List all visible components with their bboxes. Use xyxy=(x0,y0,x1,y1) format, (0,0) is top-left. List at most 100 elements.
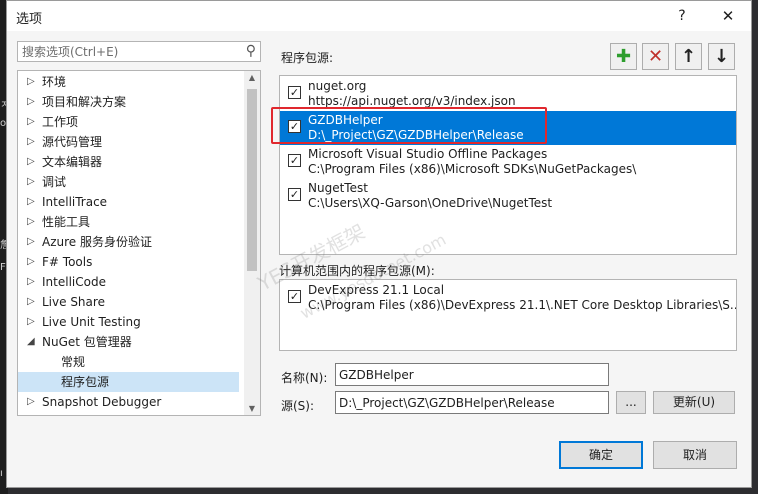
tree-item[interactable]: ◢ NuGet 包管理器 xyxy=(18,332,239,352)
tree-item-label: 项目和解决方案 xyxy=(42,95,127,109)
expand-arrow-icon[interactable]: ▷ xyxy=(27,192,35,212)
expand-arrow-icon[interactable]: ▷ xyxy=(27,212,35,232)
scrollbar-thumb[interactable] xyxy=(247,89,257,271)
help-button[interactable]: ? xyxy=(669,5,695,27)
source-label: 源(S): xyxy=(281,399,315,413)
tree-item-label: Live Share xyxy=(42,295,105,309)
package-sources-list: ✓ nuget.org https://api.nuget.org/v3/index… xyxy=(279,75,737,255)
tree-item[interactable]: ▷ IntelliCode xyxy=(18,272,239,292)
red-highlight-annotation xyxy=(271,107,547,144)
search-box[interactable]: ⚲ xyxy=(17,41,261,62)
source-url: C:\Program Files (x86)\DevExpress 21.1\.… xyxy=(308,298,737,312)
tree-item-label: Snapshot Debugger xyxy=(42,395,162,409)
expand-arrow-icon[interactable]: ▷ xyxy=(27,252,35,272)
move-down-button[interactable]: ↓ xyxy=(708,43,735,70)
dialog-title: 选项 xyxy=(16,12,43,27)
close-button[interactable]: ✕ xyxy=(713,5,743,27)
source-list-item[interactable]: ✓ Microsoft Visual Studio Offline Package… xyxy=(280,145,736,179)
source-name: nuget.org xyxy=(308,79,367,93)
move-up-button[interactable]: ↑ xyxy=(675,43,702,70)
tree-item[interactable]: ▷ 工作项 xyxy=(18,112,239,132)
expand-arrow-icon[interactable]: ▷ xyxy=(27,72,35,92)
source-field[interactable] xyxy=(335,391,609,414)
source-url: C:\Users\XQ-Garson\OneDrive\NugetTest xyxy=(308,196,553,210)
name-field[interactable] xyxy=(335,363,609,386)
options-tree: ▷ 环境 ▷ 项目和解决方案 ▷ 工作项 ▷ 源代码管理 ▷ 文本编辑器 ▷ 调试 ▷ IntelliTr… xyxy=(17,70,261,416)
remove-source-button[interactable]: ✕ xyxy=(642,43,669,70)
tree-item[interactable]: ▷ 项目和解决方案 xyxy=(18,92,239,112)
tree-item-label: IntelliTrace xyxy=(42,195,108,209)
tree-scrollbar[interactable]: ▲ ▼ xyxy=(244,71,260,415)
tree-item-label: 源代码管理 xyxy=(42,135,103,149)
search-icon[interactable]: ⚲ xyxy=(246,43,256,59)
tree-item-label: 程序包源 xyxy=(61,375,110,389)
source-list-item[interactable]: ✓ DevExpress 21.1 Local C:\Program Files (… xyxy=(280,281,736,315)
source-url: https://api.nuget.org/v3/index.json xyxy=(308,94,516,108)
tree-item-label: 环境 xyxy=(42,75,67,89)
source-list-item[interactable]: ✓ nuget.org https://api.nuget.org/v3/index… xyxy=(280,77,736,111)
x-icon: ✕ xyxy=(647,46,664,67)
package-sources-label: 程序包源: xyxy=(281,51,334,65)
source-enabled-checkbox[interactable]: ✓ xyxy=(288,290,301,303)
background-glyph: ı xyxy=(0,468,3,479)
search-input[interactable] xyxy=(18,42,236,61)
tree-item[interactable]: ▷ 调试 xyxy=(18,172,239,192)
source-name: NugetTest xyxy=(308,181,368,195)
source-list-item[interactable]: ✓ NugetTest C:\Users\XQ-Garson\OneDrive\Nu… xyxy=(280,179,736,213)
tree-item-label: 文本编辑器 xyxy=(42,155,103,169)
tree-item-label: 常规 xyxy=(61,355,86,369)
source-name: Microsoft Visual Studio Offline Packages xyxy=(308,147,548,161)
tree-item-label: IntelliCode xyxy=(42,275,106,289)
expand-arrow-icon[interactable]: ▷ xyxy=(27,312,35,332)
name-label: 名称(N): xyxy=(281,371,328,385)
title-bar: 选项 ? ✕ xyxy=(7,1,751,31)
scroll-down-arrow-icon[interactable]: ▼ xyxy=(244,404,260,413)
ok-button[interactable]: 确定 xyxy=(559,441,643,469)
tree-item[interactable]: ▷ 源代码管理 xyxy=(18,132,239,152)
tree-item[interactable]: ▷ 文本编辑器 xyxy=(18,152,239,172)
source-url: C:\Program Files (x86)\Microsoft SDKs\Nu… xyxy=(308,162,637,176)
tree-item[interactable]: ▷ Azure 服务身份验证 xyxy=(18,232,239,252)
arrow-up-icon: ↑ xyxy=(680,46,697,67)
tree-item-label: Live Unit Testing xyxy=(42,315,141,329)
source-enabled-checkbox[interactable]: ✓ xyxy=(288,154,301,167)
background-glyph: F xyxy=(0,262,6,273)
name-input[interactable] xyxy=(336,364,608,385)
tree-item[interactable]: ▷ Live Unit Testing xyxy=(18,312,239,332)
source-enabled-checkbox[interactable]: ✓ xyxy=(288,188,301,201)
source-enabled-checkbox[interactable]: ✓ xyxy=(288,86,301,99)
tree-item[interactable]: ▷ F# Tools xyxy=(18,252,239,272)
tree-item[interactable]: 程序包源 xyxy=(18,372,239,392)
add-source-button[interactable]: ✚ xyxy=(610,43,637,70)
tree-item[interactable]: ▷ 环境 xyxy=(18,72,239,92)
tree-item-label: 性能工具 xyxy=(42,215,91,229)
tree-item[interactable]: ▷ IntelliTrace xyxy=(18,192,239,212)
source-input[interactable] xyxy=(336,392,608,413)
collapse-arrow-icon[interactable]: ◢ xyxy=(27,332,35,352)
plus-icon: ✚ xyxy=(615,46,632,67)
machine-sources-label: 计算机范围内的程序包源(M): xyxy=(279,264,435,278)
expand-arrow-icon[interactable]: ▷ xyxy=(27,232,35,252)
update-button[interactable]: 更新(U) xyxy=(653,391,735,414)
machine-sources-list: ✓ DevExpress 21.1 Local C:\Program Files (… xyxy=(279,279,737,351)
expand-arrow-icon[interactable]: ▷ xyxy=(27,392,35,412)
expand-arrow-icon[interactable]: ▷ xyxy=(27,152,35,172)
expand-arrow-icon[interactable]: ▷ xyxy=(27,272,35,292)
expand-arrow-icon[interactable]: ▷ xyxy=(27,172,35,192)
tree-item-label: F# Tools xyxy=(42,255,93,269)
tree-item-label: NuGet 包管理器 xyxy=(42,335,132,349)
browse-button[interactable]: ... xyxy=(616,391,646,414)
expand-arrow-icon[interactable]: ▷ xyxy=(27,292,35,312)
tree-item-label: 工作项 xyxy=(42,115,79,129)
arrow-down-icon: ↓ xyxy=(713,46,730,67)
tree-item[interactable]: 常规 xyxy=(18,352,239,372)
tree-item[interactable]: ▷ Snapshot Debugger xyxy=(18,392,239,412)
expand-arrow-icon[interactable]: ▷ xyxy=(27,112,35,132)
expand-arrow-icon[interactable]: ▷ xyxy=(27,92,35,112)
tree-item[interactable]: ▷ 性能工具 xyxy=(18,212,239,232)
scroll-up-arrow-icon[interactable]: ▲ xyxy=(244,73,260,82)
cancel-button[interactable]: 取消 xyxy=(653,441,737,469)
source-name: DevExpress 21.1 Local xyxy=(308,283,445,297)
tree-item[interactable]: ▷ Live Share xyxy=(18,292,239,312)
expand-arrow-icon[interactable]: ▷ xyxy=(27,132,35,152)
